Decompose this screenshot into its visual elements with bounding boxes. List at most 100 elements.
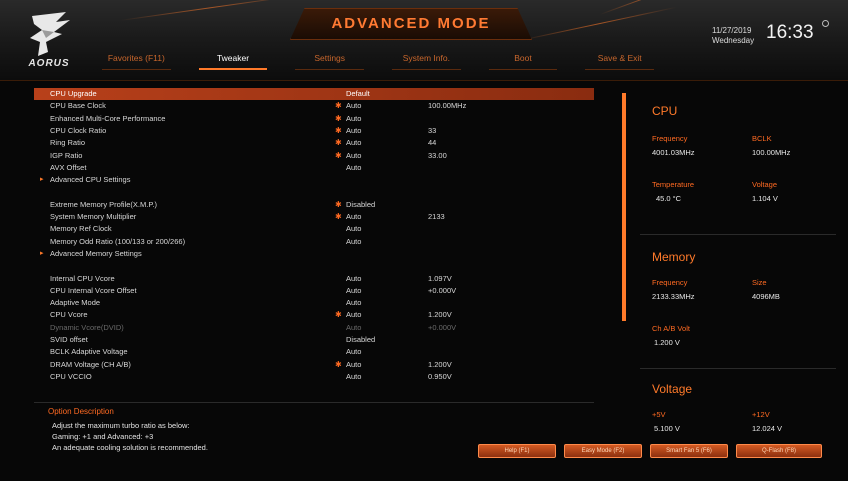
setting-value[interactable]: Auto bbox=[346, 125, 361, 137]
header-streak bbox=[119, 0, 299, 21]
tab-system-info[interactable]: System Info. bbox=[378, 50, 475, 72]
date-text: 11/27/2019 bbox=[712, 26, 752, 35]
settings-row[interactable]: Memory Odd Ratio (100/133 or 200/266) Aut… bbox=[34, 236, 594, 248]
setting-name: Advanced CPU Settings bbox=[50, 175, 131, 185]
tab-tweaker[interactable]: Tweaker bbox=[185, 50, 282, 72]
setting-current-value: +0.000V bbox=[428, 285, 457, 295]
setting-name: Dynamic Vcore(DVID) bbox=[50, 322, 124, 332]
setting-value[interactable]: Auto bbox=[346, 100, 361, 112]
settings-row[interactable]: SVID offset Disabled bbox=[34, 334, 594, 346]
settings-row[interactable]: CPU Clock Ratio ✱ Auto 33 bbox=[34, 125, 594, 137]
tab-favorites[interactable]: Favorites (F11) bbox=[88, 50, 185, 72]
changed-star-icon: ✱ bbox=[335, 138, 342, 148]
settings-row[interactable]: IGP Ratio ✱ Auto 33.00 bbox=[34, 150, 594, 162]
description-line: Gaming: +1 and Advanced: +3 bbox=[52, 432, 154, 441]
voltage-12v-label: +12V bbox=[752, 410, 770, 419]
setting-value[interactable]: Disabled bbox=[346, 334, 375, 346]
easy-mode-button[interactable]: Easy Mode (F2) bbox=[564, 444, 642, 458]
setting-name: System Memory Multiplier bbox=[50, 212, 137, 221]
settings-row[interactable]: DRAM Voltage (CH A/B) ✱ Auto 1.200V bbox=[34, 359, 594, 371]
description-line: Adjust the maximum turbo ratio as below: bbox=[52, 421, 190, 430]
help-button[interactable]: Help (F1) bbox=[478, 444, 556, 458]
setting-value[interactable]: Auto bbox=[346, 223, 361, 235]
panel-divider bbox=[640, 234, 836, 235]
settings-row[interactable]: Extreme Memory Profile(X.M.P.) ✱ Disabled bbox=[34, 199, 594, 211]
settings-row[interactable]: Enhanced Multi-Core Performance ✱ Auto bbox=[34, 113, 594, 125]
settings-row[interactable]: CPU Vcore ✱ Auto 1.200V bbox=[34, 309, 594, 321]
aorus-logo: AORUS bbox=[14, 12, 84, 74]
tab-settings[interactable]: Settings bbox=[281, 50, 378, 72]
setting-value[interactable]: Auto bbox=[346, 150, 361, 162]
qflash-button[interactable]: Q-Flash (F8) bbox=[736, 444, 822, 458]
setting-value[interactable]: Auto bbox=[346, 273, 361, 285]
settings-row[interactable]: CPU VCCIO Auto 0.950V bbox=[34, 371, 594, 383]
setting-value[interactable]: Auto bbox=[346, 346, 361, 358]
settings-row[interactable]: Internal CPU Vcore Auto 1.097V bbox=[34, 273, 594, 285]
settings-row[interactable]: BCLK Adaptive Voltage Auto bbox=[34, 346, 594, 358]
setting-value[interactable]: Auto bbox=[346, 297, 361, 309]
setting-current-value: 0.950V bbox=[428, 371, 452, 381]
setting-name: CPU Base Clock bbox=[50, 101, 106, 111]
settings-submenu[interactable]: ▸ Advanced Memory Settings bbox=[34, 248, 594, 260]
smart-fan-button[interactable]: Smart Fan 5 (F6) bbox=[650, 444, 728, 458]
header-bar: AORUS ADVANCED MODE Favorites (F11) Twea… bbox=[0, 0, 848, 81]
setting-name: CPU Upgrade bbox=[50, 89, 97, 98]
setting-value[interactable]: Auto bbox=[346, 322, 361, 334]
tab-boot[interactable]: Boot bbox=[475, 50, 572, 72]
settings-submenu[interactable]: ▸ Advanced CPU Settings bbox=[34, 174, 594, 186]
clock-settings-icon[interactable] bbox=[822, 20, 829, 27]
cpu-voltage-value: 1.104 V bbox=[752, 194, 778, 203]
voltage-12v-value: 12.024 V bbox=[752, 424, 783, 433]
settings-row[interactable]: AVX Offset Auto bbox=[34, 162, 594, 174]
setting-value[interactable]: Auto bbox=[346, 162, 361, 174]
memory-size-label: Size bbox=[752, 278, 767, 287]
memory-frequency-label: Frequency bbox=[652, 278, 688, 287]
settings-spacer bbox=[34, 260, 594, 272]
setting-name: IGP Ratio bbox=[50, 150, 83, 160]
setting-current-value: 100.00MHz bbox=[428, 101, 467, 111]
setting-current-value: 44 bbox=[428, 138, 437, 148]
setting-current-value: 33.00 bbox=[428, 150, 447, 160]
setting-value[interactable]: Auto bbox=[346, 359, 361, 371]
setting-value[interactable]: Auto bbox=[346, 236, 361, 248]
setting-value[interactable]: Auto bbox=[346, 137, 361, 149]
settings-row[interactable]: Ring Ratio ✱ Auto 44 bbox=[34, 137, 594, 149]
settings-row[interactable]: CPU Upgrade Default bbox=[34, 88, 594, 100]
changed-star-icon: ✱ bbox=[335, 113, 342, 123]
time-text: 16:33 bbox=[766, 22, 814, 43]
setting-current-value: 33 bbox=[428, 125, 437, 135]
settings-scrollbar[interactable] bbox=[622, 93, 626, 321]
changed-star-icon: ✱ bbox=[335, 359, 342, 369]
settings-row[interactable]: CPU Internal Vcore Offset Auto +0.000V bbox=[34, 285, 594, 297]
setting-value[interactable]: Auto bbox=[346, 113, 361, 125]
settings-row[interactable]: Memory Ref Clock Auto bbox=[34, 223, 594, 235]
setting-value[interactable]: Auto bbox=[346, 211, 361, 223]
mode-title-frame: ADVANCED MODE bbox=[290, 8, 532, 40]
hardware-monitor-panel: CPU Frequency 4001.03MHz BCLK 100.00MHz … bbox=[640, 88, 836, 436]
settings-row[interactable]: CPU Base Clock ✱ Auto 100.00MHz bbox=[34, 100, 594, 112]
setting-name: SVID offset bbox=[50, 335, 88, 344]
setting-current-value: +0.000V bbox=[428, 322, 457, 332]
settings-row[interactable]: Adaptive Mode Auto bbox=[34, 297, 594, 309]
setting-value[interactable]: Auto bbox=[346, 371, 361, 383]
voltage-5v-label: +5V bbox=[652, 410, 666, 419]
memory-frequency-value: 2133.33MHz bbox=[652, 292, 695, 301]
changed-star-icon: ✱ bbox=[335, 125, 342, 135]
weekday-text: Wednesday bbox=[712, 36, 755, 45]
memory-voltage-value: 1.200 V bbox=[654, 338, 680, 347]
setting-value[interactable]: Default bbox=[346, 88, 370, 100]
changed-star-icon: ✱ bbox=[335, 310, 342, 320]
setting-value[interactable]: Disabled bbox=[346, 199, 375, 211]
header-streak bbox=[519, 6, 677, 41]
setting-value[interactable]: Auto bbox=[346, 309, 361, 321]
submenu-arrow-icon: ▸ bbox=[40, 249, 44, 257]
setting-name: Memory Ref Clock bbox=[50, 224, 112, 234]
cpu-voltage-label: Voltage bbox=[752, 180, 778, 189]
settings-row[interactable]: Dynamic Vcore(DVID) Auto +0.000V bbox=[34, 322, 594, 334]
tab-save-exit[interactable]: Save & Exit bbox=[571, 50, 668, 72]
cpu-frequency-value: 4001.03MHz bbox=[652, 148, 695, 157]
settings-list: CPU Upgrade Default CPU Base Clock ✱ Auto 100… bbox=[34, 88, 594, 390]
settings-row[interactable]: System Memory Multiplier ✱ Auto 2133 bbox=[34, 211, 594, 223]
setting-name: Memory Odd Ratio (100/133 or 200/266) bbox=[50, 236, 186, 246]
setting-value[interactable]: Auto bbox=[346, 285, 361, 297]
